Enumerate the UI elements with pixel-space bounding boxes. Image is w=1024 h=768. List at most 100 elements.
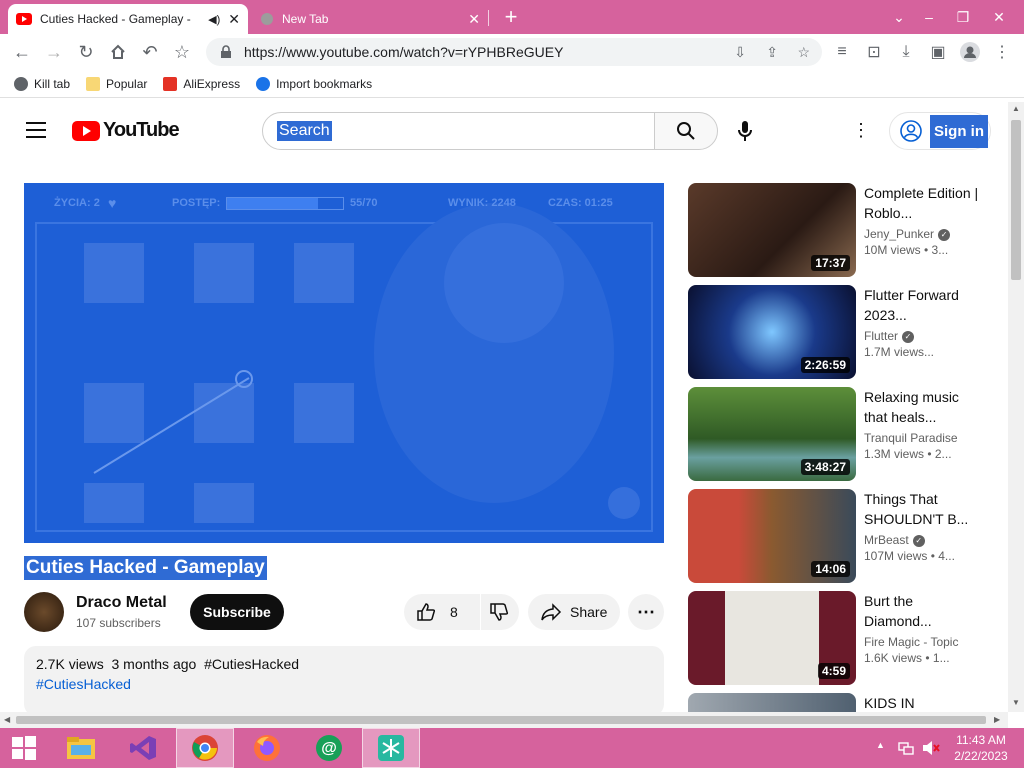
recommendation-title[interactable]: Flutter Forward 2023... xyxy=(864,285,984,325)
video-thumbnail[interactable] xyxy=(688,693,856,712)
duration-badge: 4:59 xyxy=(817,663,850,679)
recommendation-title[interactable]: Burt the Diamond... xyxy=(864,591,984,631)
windows-logo-icon xyxy=(12,736,36,760)
more-actions-button[interactable]: ⋯ xyxy=(628,594,664,630)
search-input[interactable]: Search xyxy=(262,112,655,150)
address-bar[interactable]: https://www.youtube.com/watch?v=rYPHBReG… xyxy=(206,38,822,66)
bookmark-star-icon[interactable]: ☆ xyxy=(170,40,194,64)
bookmark-popular[interactable]: Popular xyxy=(86,76,147,91)
close-tab-icon[interactable]: ✕ xyxy=(468,11,480,28)
recommendation-item[interactable]: 14:06 Things That SHOULDN'T B... MrBeast… xyxy=(688,489,1008,583)
chrome-taskbar-icon[interactable] xyxy=(176,728,234,768)
recommendation-item[interactable]: 3:48:27 Relaxing music that heals... Tra… xyxy=(688,387,1008,481)
scroll-right-arrow-icon[interactable]: ▶ xyxy=(994,715,1000,724)
new-tab-button[interactable]: + xyxy=(494,0,528,34)
youtube-logo[interactable]: YouTube xyxy=(72,119,180,142)
recommendation-title[interactable]: KIDS IN xyxy=(864,693,984,712)
volume-muted-icon[interactable] xyxy=(922,740,940,761)
recommendation-item[interactable]: KIDS IN xyxy=(688,693,1008,712)
share-label: Share xyxy=(570,604,608,620)
globe-icon xyxy=(261,13,273,25)
scroll-up-arrow-icon[interactable]: ▲ xyxy=(1012,104,1020,113)
recommendation-channel[interactable]: Tranquil Paradise xyxy=(864,431,984,445)
scroll-left-arrow-icon[interactable]: ◀ xyxy=(4,715,10,724)
hashtag-link[interactable]: #CutiesHacked xyxy=(36,676,652,692)
recommendation-channel[interactable]: Flutter ✓ xyxy=(864,329,984,343)
video-thumbnail[interactable]: 3:48:27 xyxy=(688,387,856,481)
show-hidden-icons[interactable]: ▲ xyxy=(876,740,885,750)
video-player[interactable]: ŻYCIA: 2 ♥ POSTĘP: 55/70 WYNIK: 2248 CZA… xyxy=(24,183,664,543)
channel-avatar[interactable] xyxy=(24,592,64,632)
share-button[interactable]: Share xyxy=(528,594,620,630)
reading-list-icon[interactable]: ≡ xyxy=(830,40,854,64)
verified-icon: ✓ xyxy=(902,330,915,343)
side-panel-icon[interactable]: ▣ xyxy=(926,40,950,64)
crop-icon[interactable]: ⊡ xyxy=(862,40,886,64)
tab-search-icon[interactable]: ⌄ xyxy=(882,0,916,34)
recommendation-item[interactable]: 17:37 Complete Edition | Roblo... Jeny_P… xyxy=(688,183,1008,277)
settings-kebab-icon[interactable]: ⋮ xyxy=(852,120,870,141)
home-icon[interactable] xyxy=(106,40,130,64)
subscribe-button[interactable]: Subscribe xyxy=(190,594,284,630)
reload-icon[interactable]: ↻ xyxy=(74,40,98,64)
profile-avatar-icon[interactable] xyxy=(958,40,982,64)
scroll-down-arrow-icon[interactable]: ▼ xyxy=(1012,698,1020,707)
thumbs-down-icon xyxy=(490,603,509,621)
dislike-button[interactable] xyxy=(481,594,519,630)
horizontal-scroll-thumb[interactable] xyxy=(16,716,986,724)
file-explorer-icon[interactable] xyxy=(54,728,108,768)
video-thumbnail[interactable]: 14:06 xyxy=(688,489,856,583)
bookmark-aliexpress[interactable]: AliExpress xyxy=(163,76,240,91)
recommendation-item[interactable]: 4:59 Burt the Diamond... Fire Magic - To… xyxy=(688,591,1008,685)
vertical-scrollbar[interactable]: ▲ ▼ xyxy=(1008,102,1024,712)
video-thumbnail[interactable]: 17:37 xyxy=(688,183,856,277)
undo-icon[interactable]: ↶ xyxy=(138,40,162,64)
tab-youtube[interactable]: Cuties Hacked - Gameplay - ◀) ✕ xyxy=(8,4,248,34)
video-thumbnail[interactable]: 4:59 xyxy=(688,591,856,685)
horizontal-scrollbar[interactable]: ◀ ▶ xyxy=(0,712,1008,728)
start-button[interactable] xyxy=(0,728,48,768)
star-icon[interactable]: ☆ xyxy=(797,44,810,61)
menu-kebab-icon[interactable]: ⋮ xyxy=(990,40,1014,64)
visual-studio-icon[interactable] xyxy=(116,728,170,768)
hamburger-menu-icon[interactable] xyxy=(26,122,46,138)
hud-progress-fill xyxy=(227,198,319,209)
recommendation-item[interactable]: 2:26:59 Flutter Forward 2023... Flutter ✓… xyxy=(688,285,1008,379)
clock-date: 2/22/2023 xyxy=(954,749,1008,763)
bookmark-kill-tab[interactable]: Kill tab xyxy=(14,76,70,91)
recommendation-title[interactable]: Relaxing music that heals... xyxy=(864,387,984,427)
recommendation-title[interactable]: Complete Edition | Roblo... xyxy=(864,183,984,223)
logo-text: YouTube xyxy=(103,119,180,141)
recommendation-channel[interactable]: MrBeast ✓ xyxy=(864,533,984,547)
download-icon[interactable]: ⤓ xyxy=(894,40,918,64)
vertical-scroll-thumb[interactable] xyxy=(1011,120,1021,280)
close-window-button[interactable]: ✕ xyxy=(982,0,1016,34)
recommendation-title[interactable]: Things That SHOULDN'T B... xyxy=(864,489,984,529)
sign-in-button[interactable]: Sign in xyxy=(889,112,991,150)
install-app-icon[interactable]: ⇩ xyxy=(734,44,746,61)
channel-label: Flutter xyxy=(864,329,899,343)
close-tab-icon[interactable]: ✕ xyxy=(228,11,240,28)
back-icon[interactable]: ← xyxy=(10,40,34,64)
audio-playing-icon[interactable]: ◀) xyxy=(208,13,220,26)
search-button[interactable] xyxy=(654,112,718,150)
forward-icon[interactable]: → xyxy=(42,40,66,64)
channel-name[interactable]: Draco Metal xyxy=(76,594,167,612)
share-icon[interactable]: ⇪ xyxy=(766,44,778,61)
system-clock[interactable]: 11:43 AM 2/22/2023 xyxy=(946,732,1016,764)
like-button[interactable]: 8 xyxy=(404,594,480,630)
snowflake-app-icon[interactable] xyxy=(362,728,420,768)
recommendation-channel[interactable]: Jeny_Punker ✓ xyxy=(864,227,984,241)
network-icon[interactable] xyxy=(898,740,914,761)
tab-new-tab[interactable]: New Tab ✕ xyxy=(252,4,488,34)
video-title: Cuties Hacked - Gameplay xyxy=(24,556,267,580)
recommendation-channel[interactable]: Fire Magic - Topic xyxy=(864,635,984,649)
description-box[interactable]: 2.7K views 3 months ago #CutiesHacked #C… xyxy=(24,646,664,712)
minimize-button[interactable]: – xyxy=(912,0,946,34)
microphone-icon[interactable] xyxy=(736,120,754,147)
restore-button[interactable]: ❐ xyxy=(946,0,980,34)
bookmark-import[interactable]: Import bookmarks xyxy=(256,76,372,91)
firefox-icon[interactable] xyxy=(240,728,294,768)
video-thumbnail[interactable]: 2:26:59 xyxy=(688,285,856,379)
email-app-icon[interactable]: @ xyxy=(302,728,356,768)
